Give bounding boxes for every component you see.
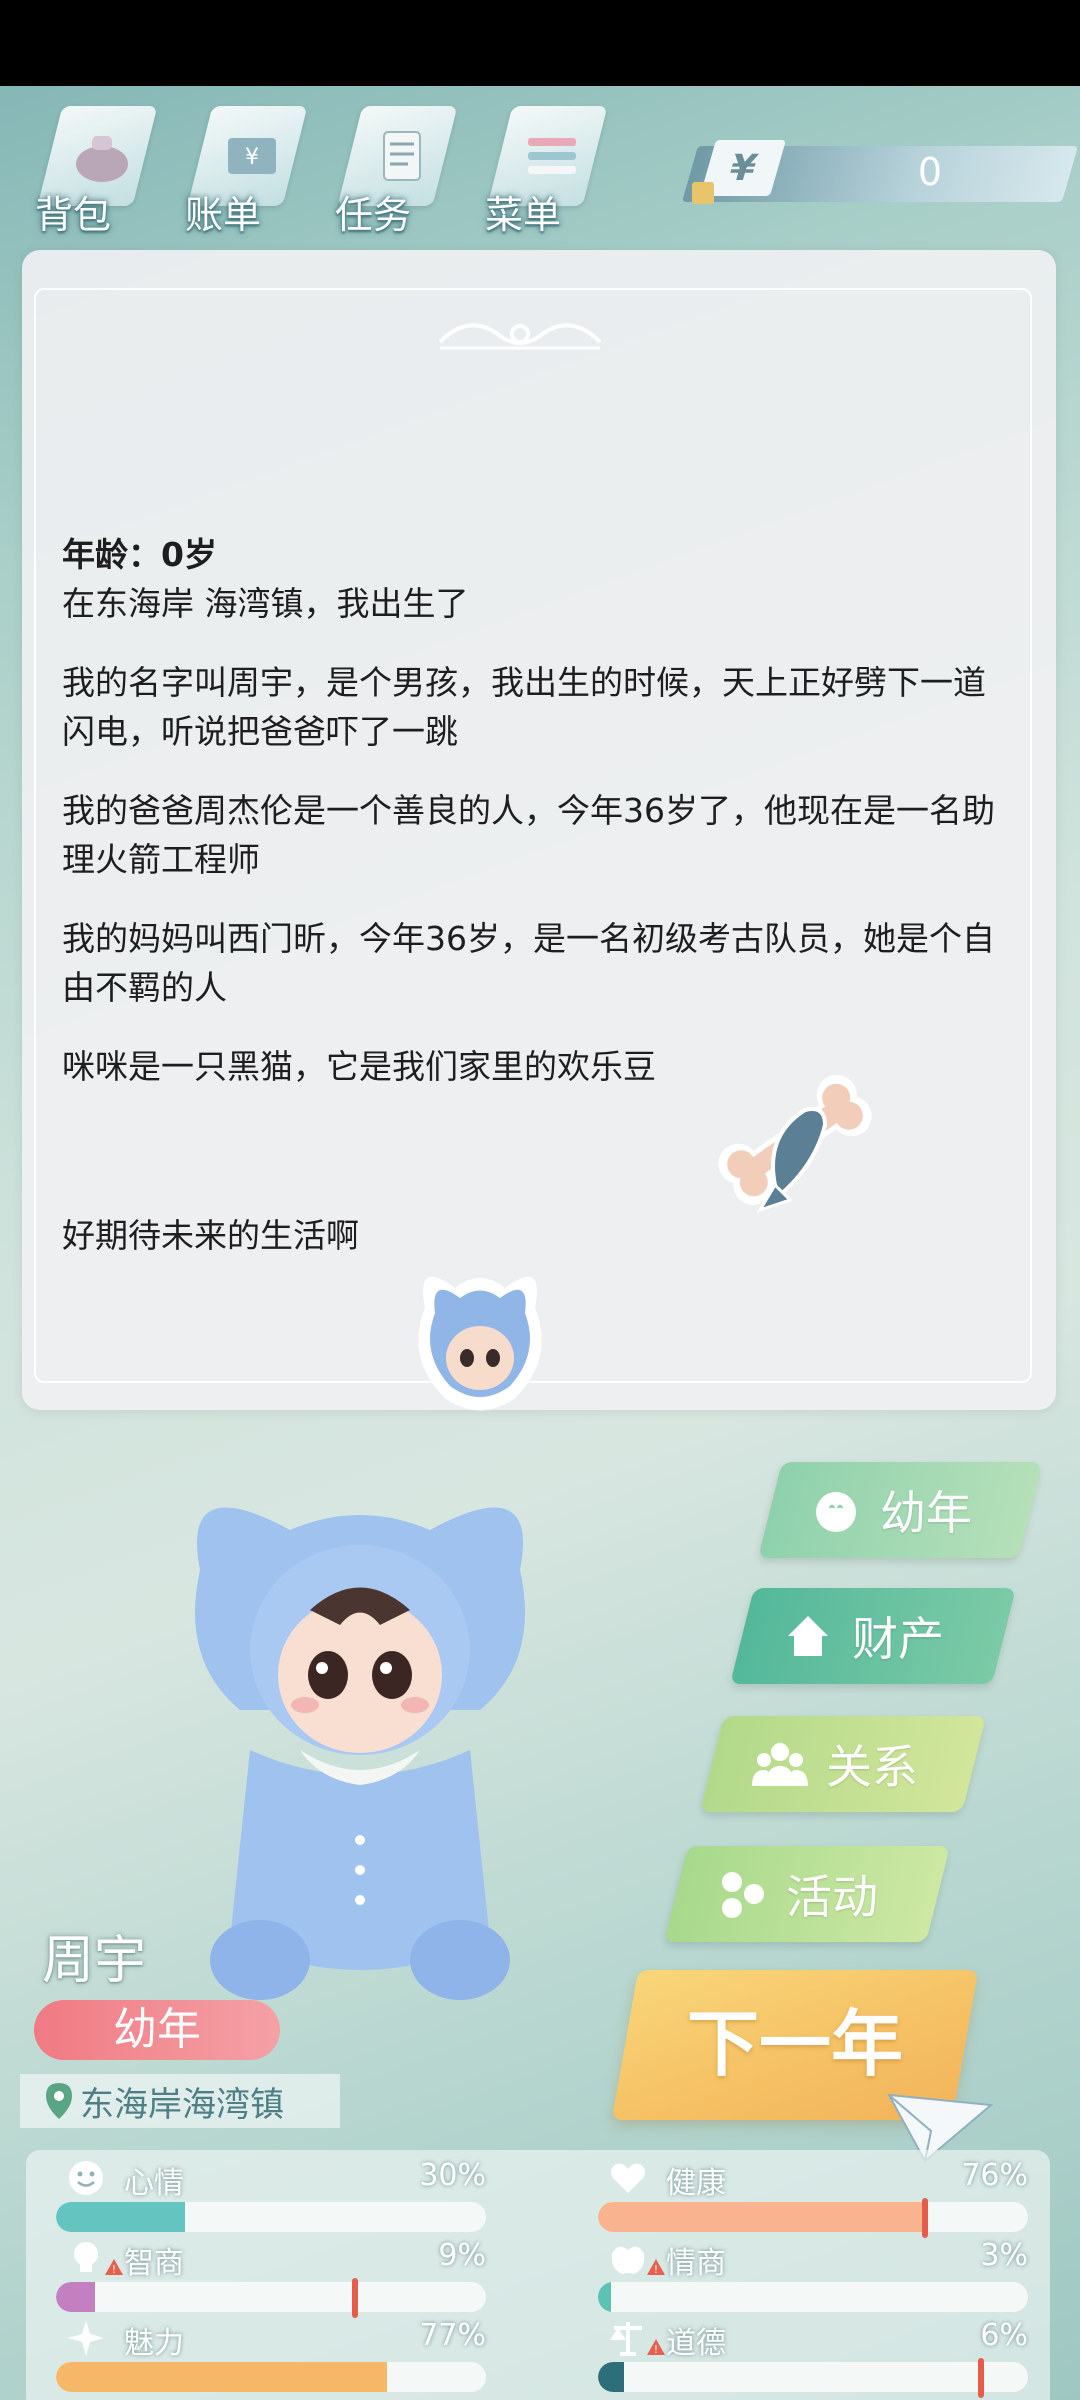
baby-head-sticker [418, 1276, 542, 1411]
status-bar [0, 0, 1080, 86]
story-line-father: 我的爸爸周杰伦是一个善良的人，今年36岁了，他现在是一名助理火箭工程师 [62, 791, 995, 879]
stat-mood-name: 心情 [124, 2166, 184, 2201]
activity-icon [722, 1872, 764, 1918]
stat-iq-marker [352, 2278, 358, 2318]
flourish-ornament [438, 323, 602, 350]
location-text: 东海岸海湾镇 [80, 2084, 284, 2125]
stat-mood-pct: 30% [419, 2158, 486, 2193]
stage-button[interactable]: 幼年 [758, 1462, 1042, 1558]
stat-eq-fill [598, 2282, 611, 2312]
backpack-button[interactable]: 背包 [20, 96, 158, 246]
menu-icon [528, 138, 576, 174]
warning-icon: ! [647, 2339, 665, 2356]
menu-button[interactable]: 菜单 [470, 96, 608, 246]
assets-button[interactable]: 财产 [730, 1588, 1016, 1684]
stat-eq-pct: 3% [980, 2238, 1028, 2273]
stat-eq: ! 情商 3% [598, 2238, 1028, 2318]
next-year-label: 下一年 [686, 2002, 903, 2086]
svg-text:!: ! [112, 2263, 116, 2276]
stage-button-label: 幼年 [880, 1486, 972, 1540]
svg-text:!: ! [654, 2343, 658, 2356]
smiley-icon [69, 2161, 103, 2195]
stat-morality-marker [978, 2358, 984, 2398]
stat-health-name: 健康 [666, 2166, 726, 2201]
stat-morality: ! 道德 6% [598, 2318, 1028, 2398]
stat-health-marker [921, 2198, 928, 2238]
house-icon [788, 1616, 828, 1656]
stat-iq-fill [56, 2282, 95, 2312]
relations-button-label: 关系 [826, 1740, 918, 1794]
stat-health: 健康 76% [598, 2158, 1028, 2238]
stat-charm-pct: 77% [419, 2318, 486, 2353]
scale-icon [610, 2322, 642, 2356]
stat-morality-pct: 6% [980, 2318, 1028, 2353]
stat-charm-fill [56, 2362, 388, 2392]
story-line-birthplace: 在东海岸 海湾镇，我出生了 [62, 584, 469, 623]
stat-iq: ! 智商 9% [56, 2238, 486, 2318]
menu-label: 菜单 [485, 193, 562, 237]
svg-text:!: ! [654, 2263, 658, 2276]
svg-text:¥: ¥ [245, 145, 259, 170]
activities-button-label: 活动 [786, 1870, 878, 1924]
bone-fish-sticker [718, 1074, 872, 1213]
stat-iq-pct: 9% [438, 2238, 486, 2273]
heart-icon [610, 2163, 646, 2193]
stat-charm-name: 魅力 [124, 2326, 184, 2361]
task-icon [383, 131, 421, 181]
sparkle-icon [68, 2320, 104, 2356]
stat-health-pct: 76% [961, 2158, 1028, 2193]
character-avatar [195, 1507, 525, 2000]
backpack-label: 背包 [35, 193, 112, 237]
bill-label: 账单 [185, 193, 262, 237]
stat-mood-fill [56, 2202, 185, 2232]
stat-health-fill [598, 2202, 925, 2232]
task-label: 任务 [335, 193, 412, 237]
relations-button[interactable]: 关系 [700, 1716, 986, 1812]
stat-charm: 魅力 77% [56, 2318, 486, 2398]
baby-face-icon [816, 1492, 856, 1532]
assets-button-label: 财产 [852, 1612, 944, 1666]
bulb-icon [74, 2242, 98, 2272]
apple-icon [611, 2246, 645, 2274]
location-pin-icon [46, 2083, 72, 2119]
stat-morality-fill [598, 2362, 624, 2392]
location-tag: 东海岸海湾镇 [20, 2074, 340, 2128]
stat-iq-name: 智商 [124, 2246, 184, 2281]
warning-icon: ! [647, 2259, 665, 2276]
top-menu: 背包 ¥ 账单 任务 菜单 [20, 96, 608, 246]
story-age: 年龄：0岁 [62, 535, 217, 574]
stat-eq-name: 情商 [666, 2246, 726, 2281]
warning-icon: ! [105, 2259, 123, 2276]
story-line-name: 我的名字叫周宇，是个男孩，我出生的时候，天上正好劈下一道闪电，听说把爸爸吓了一跳 [62, 663, 986, 751]
activities-button[interactable]: 活动 [664, 1846, 950, 1942]
bill-button[interactable]: ¥ 账单 [170, 96, 308, 246]
stat-mood: 心情 30% [56, 2158, 486, 2238]
stat-morality-name: 道德 [666, 2326, 726, 2361]
backpack-icon [76, 136, 128, 182]
story-line-mother: 我的妈妈叫西门昕，今年36岁，是一名初级考古队员，她是个自由不羁的人 [62, 919, 995, 1007]
people-icon [752, 1743, 808, 1786]
task-button[interactable]: 任务 [320, 96, 458, 246]
bill-icon: ¥ [228, 138, 276, 174]
money-value: 0 [917, 150, 943, 194]
coin-icon [692, 182, 714, 204]
character-name: 周宇 [42, 1931, 147, 1991]
stage-badge: 幼年 [34, 2000, 280, 2060]
